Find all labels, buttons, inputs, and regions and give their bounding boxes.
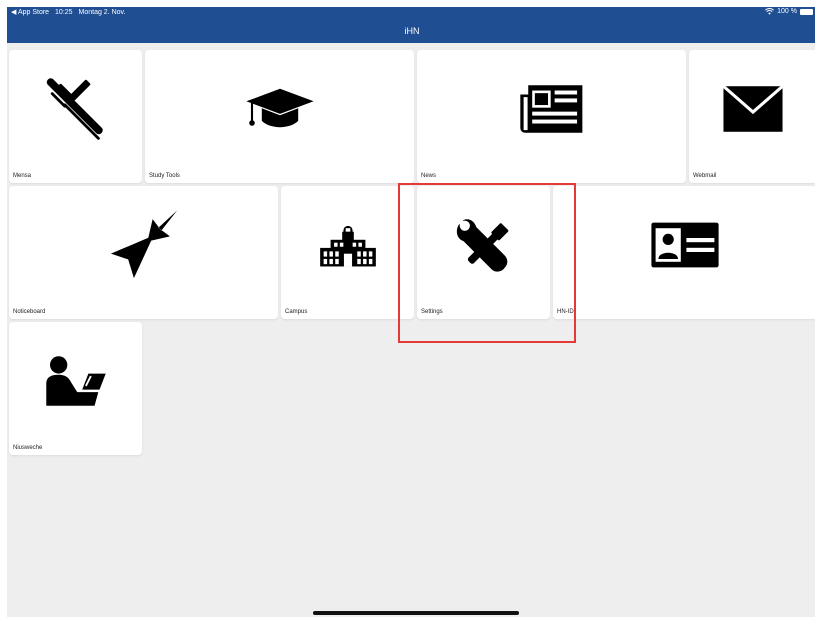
status-date: Montag 2. Nov.: [78, 9, 126, 16]
school-building-icon: [281, 186, 414, 303]
graduation-cap-icon: [145, 50, 414, 167]
tile-webmail[interactable]: Webmail: [689, 50, 815, 183]
battery-icon: [800, 8, 813, 15]
tile-label: Noticeboard: [13, 309, 46, 315]
highlight-box: [398, 183, 576, 343]
tile-news[interactable]: News: [417, 50, 686, 183]
pin-icon: [9, 186, 278, 303]
tile-noticeboard[interactable]: Noticeboard: [9, 186, 278, 319]
app-title: iHN: [404, 26, 420, 36]
tile-label: Mensa: [13, 173, 32, 179]
tile-label: Study Tools: [149, 173, 180, 179]
battery-percent: 100 %: [777, 8, 797, 15]
tile-hn-id[interactable]: HN-ID: [553, 186, 815, 319]
cutlery-icon: [9, 50, 142, 167]
home-indicator[interactable]: [313, 611, 519, 615]
wifi-icon: [765, 8, 775, 15]
newspaper-icon: [417, 50, 686, 167]
tile-label: Webmail: [693, 173, 717, 179]
header-bar: ◀ App Store 10:25 Montag 2. Nov. 100 % i…: [7, 7, 815, 43]
envelope-icon: [689, 50, 815, 167]
tile-label: Campus: [285, 309, 308, 315]
tile-study-tools[interactable]: Study Tools: [145, 50, 414, 183]
back-to-app-store-link[interactable]: ◀ App Store: [11, 9, 49, 16]
reader-icon: [9, 322, 142, 439]
status-bar-right: 100 %: [765, 8, 813, 15]
status-time: 10:25: [55, 9, 73, 16]
tile-campus[interactable]: Campus: [281, 186, 414, 319]
tile-label: News: [421, 173, 437, 179]
status-bar-left: ◀ App Store 10:25 Montag 2. Nov.: [11, 8, 129, 16]
id-card-icon: [553, 186, 815, 303]
tile-mensa[interactable]: Mensa: [9, 50, 142, 183]
app-screen: ◀ App Store 10:25 Montag 2. Nov. 100 % i…: [7, 7, 815, 617]
tile-niusweche[interactable]: Niusweche: [9, 322, 142, 455]
tile-label: Niusweche: [13, 445, 43, 451]
